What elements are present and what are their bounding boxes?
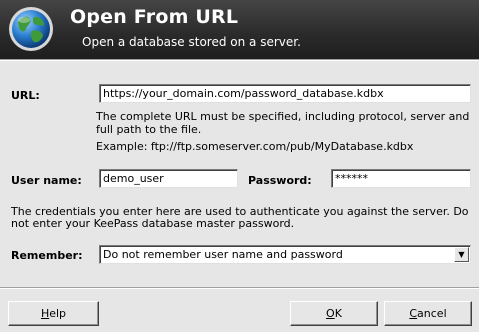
ok-label-rest: K — [334, 307, 342, 320]
dialog-subtitle: Open a database stored on a server. — [82, 35, 301, 49]
help-label-rest: elp — [49, 307, 67, 320]
banner-separator — [0, 59, 479, 61]
button-separator — [0, 287, 479, 289]
url-input[interactable]: https://your_domain.com/password_databas… — [99, 84, 471, 103]
ok-button[interactable]: OK — [290, 301, 378, 326]
cancel-button[interactable]: Cancel — [384, 301, 472, 326]
cancel-mnemonic: C — [409, 307, 418, 320]
remember-select[interactable]: Do not remember user name and password ▼ — [99, 245, 471, 264]
url-hint: The complete URL must be specified, incl… — [96, 110, 470, 136]
password-input[interactable]: ****** — [331, 169, 471, 188]
remember-label: Remember: — [11, 249, 83, 262]
url-label: URL: — [11, 89, 40, 102]
username-label: User name: — [11, 174, 82, 187]
username-input[interactable]: demo_user — [99, 169, 238, 188]
cancel-label-rest: ancel — [417, 307, 447, 320]
dialog-title: Open From URL — [70, 6, 239, 28]
help-button[interactable]: Help — [8, 301, 99, 326]
help-mnemonic: H — [40, 307, 50, 320]
globe-icon — [9, 7, 53, 51]
url-example: Example: ftp://ftp.someserver.com/pub/My… — [96, 140, 414, 153]
credentials-note: The credentials you enter here are used … — [11, 205, 469, 230]
dropdown-arrow-icon[interactable]: ▼ — [454, 247, 469, 262]
ok-mnemonic: O — [326, 307, 335, 320]
remember-selected-value: Do not remember user name and password — [103, 248, 343, 261]
password-label: Password: — [248, 174, 312, 187]
dialog-banner: Open From URL Open a database stored on … — [0, 0, 479, 59]
